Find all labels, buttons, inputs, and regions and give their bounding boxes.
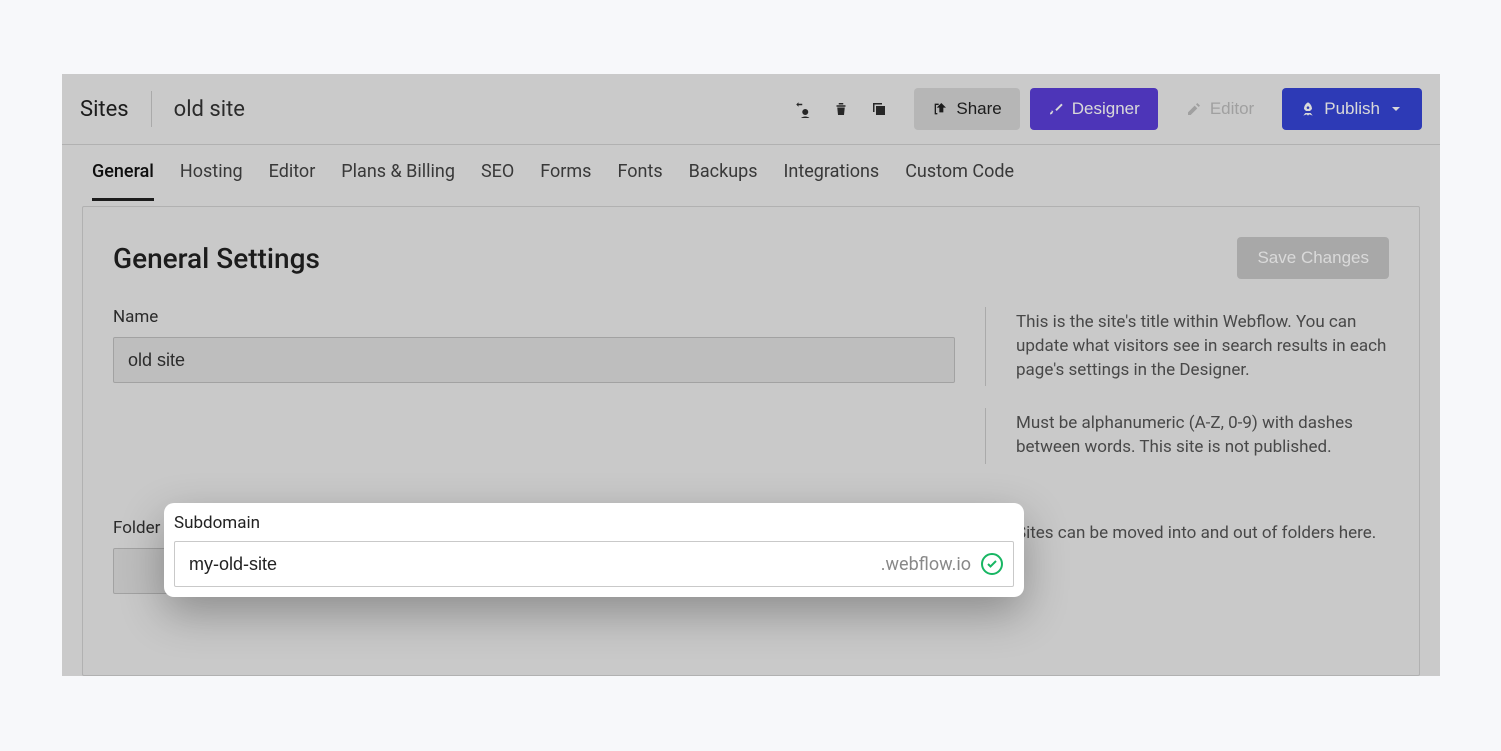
header-icons: [794, 100, 888, 118]
trash-icon[interactable]: [832, 100, 850, 118]
rocket-icon: [1300, 101, 1316, 117]
editor-button: Editor: [1168, 88, 1272, 130]
settings-panel: General Settings Save Changes Name This …: [82, 206, 1420, 676]
name-help: This is the site's title within Webflow.…: [985, 307, 1389, 386]
subdomain-highlight-card: Subdomain .webflow.io: [164, 503, 1024, 597]
save-changes-button: Save Changes: [1237, 237, 1389, 279]
subdomain-help: Must be alphanumeric (A-Z, 0-9) with das…: [985, 408, 1389, 464]
site-name: old site: [152, 97, 245, 122]
share-button[interactable]: Share: [914, 88, 1019, 130]
tabs: General Hosting Editor Plans & Billing S…: [62, 145, 1440, 200]
tab-custom-code[interactable]: Custom Code: [905, 145, 1014, 201]
check-circle-icon: [981, 553, 1003, 575]
editor-button-label: Editor: [1210, 99, 1254, 119]
brush-icon: [1048, 101, 1064, 117]
pencil-icon: [1186, 101, 1202, 117]
tab-forms[interactable]: Forms: [540, 145, 591, 201]
page-title: General Settings: [113, 242, 320, 275]
tab-backups[interactable]: Backups: [689, 145, 758, 201]
panel-header: General Settings Save Changes: [113, 237, 1389, 279]
tab-plans-billing[interactable]: Plans & Billing: [341, 145, 455, 201]
subdomain-label: Subdomain: [174, 513, 1014, 533]
subdomain-input[interactable]: [189, 554, 881, 575]
tab-general[interactable]: General: [92, 145, 154, 201]
publish-button-label: Publish: [1324, 99, 1380, 119]
folder-help: Sites can be moved into and out of folde…: [985, 518, 1389, 550]
duplicate-icon[interactable]: [870, 100, 888, 118]
publish-button[interactable]: Publish: [1282, 88, 1422, 130]
tab-hosting[interactable]: Hosting: [180, 145, 243, 201]
sites-breadcrumb[interactable]: Sites: [80, 91, 152, 127]
tab-fonts[interactable]: Fonts: [617, 145, 662, 201]
tab-seo[interactable]: SEO: [481, 145, 514, 201]
subdomain-row: Must be alphanumeric (A-Z, 0-9) with das…: [113, 408, 1389, 518]
transfer-icon[interactable]: [794, 100, 812, 118]
share-icon: [932, 101, 948, 117]
name-input[interactable]: [113, 337, 955, 383]
header: Sites old site Share Designer Editor: [62, 74, 1440, 145]
chevron-down-icon: [1388, 101, 1404, 117]
subdomain-suffix: .webflow.io: [881, 554, 971, 575]
tab-integrations[interactable]: Integrations: [784, 145, 880, 201]
subdomain-input-wrap: .webflow.io: [174, 541, 1014, 587]
tab-editor[interactable]: Editor: [269, 145, 316, 201]
share-button-label: Share: [956, 99, 1001, 119]
designer-button[interactable]: Designer: [1030, 88, 1158, 130]
designer-button-label: Designer: [1072, 99, 1140, 119]
name-label: Name: [113, 307, 955, 327]
name-row: Name This is the site's title within Web…: [113, 307, 1389, 386]
